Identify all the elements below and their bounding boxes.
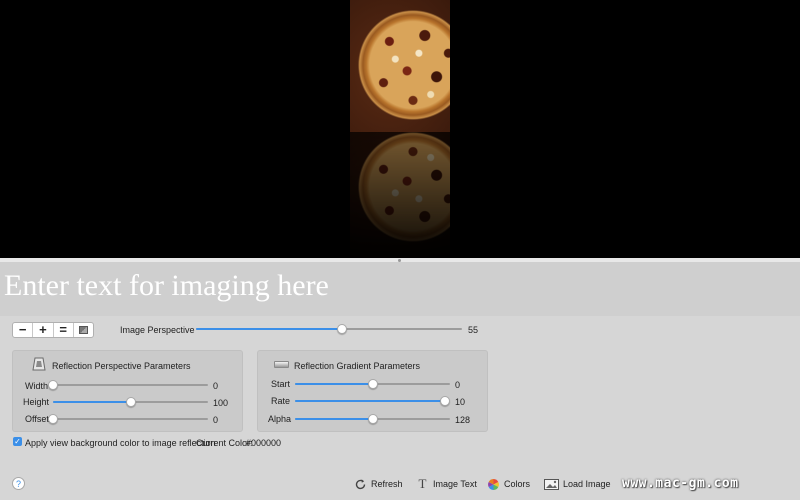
image-text-label: Image Text (433, 479, 477, 489)
slider-knob[interactable] (367, 379, 378, 389)
image-text-button[interactable]: T Image Text (416, 476, 477, 491)
slider-knob[interactable] (48, 380, 58, 390)
fit-to-window-icon (78, 326, 88, 334)
width-label: Width (25, 381, 49, 391)
start-value: 0 (455, 380, 461, 390)
image-preview (0, 0, 800, 258)
checkmark-icon: ✓ (14, 436, 21, 446)
picture-icon (544, 478, 559, 490)
rate-value: 10 (455, 397, 466, 407)
refresh-label: Refresh (371, 479, 403, 489)
slider-knob[interactable] (337, 324, 348, 334)
zoom-segmented-control: − + = (12, 322, 94, 338)
gradient-icon (274, 361, 289, 368)
slider-knob[interactable] (440, 396, 450, 406)
help-button[interactable]: ? (12, 477, 25, 490)
alpha-slider[interactable] (295, 414, 450, 424)
actual-size-button[interactable]: = (54, 323, 74, 337)
fit-to-window-button[interactable] (74, 323, 93, 337)
rate-label: Rate (271, 396, 291, 406)
watermark-text: www.mac-gm.com (622, 476, 739, 491)
current-color-label: Current Color: (196, 438, 253, 448)
refresh-button[interactable]: Refresh (354, 477, 403, 491)
image-perspective-value: 55 (468, 325, 479, 335)
width-value: 0 (213, 381, 219, 391)
slider-knob[interactable] (367, 414, 378, 424)
image-text-input[interactable] (4, 266, 784, 306)
apply-background-checkbox[interactable]: ✓ (13, 437, 22, 446)
text-icon: T (418, 476, 427, 491)
load-image-label: Load Image (563, 479, 611, 489)
offset-label: Offset (25, 414, 49, 424)
apply-background-label: Apply view background color to image ref… (25, 438, 216, 448)
slider-knob[interactable] (125, 397, 136, 407)
colors-button[interactable]: Colors (487, 477, 530, 491)
height-slider[interactable] (53, 397, 208, 407)
slider-knob[interactable] (48, 414, 58, 424)
start-label: Start (271, 379, 291, 389)
offset-value: 0 (213, 415, 219, 425)
reflection-gradient-title: Reflection Gradient Parameters (294, 361, 421, 371)
rate-slider[interactable] (295, 396, 450, 406)
alpha-label: Alpha (268, 414, 292, 424)
pizza-reflection (350, 132, 450, 258)
alpha-value: 128 (455, 415, 471, 425)
offset-slider[interactable] (48, 414, 208, 424)
height-value: 100 (213, 398, 229, 408)
image-perspective-label: Image Perspective (120, 325, 195, 335)
reflection-perspective-title: Reflection Perspective Parameters (52, 361, 191, 371)
width-slider[interactable] (48, 380, 208, 390)
height-label: Height (23, 397, 50, 407)
zoom-in-button[interactable]: + (33, 323, 54, 337)
colors-label: Colors (504, 479, 531, 489)
refresh-icon (355, 478, 366, 489)
color-wheel-icon (488, 478, 499, 490)
load-image-button[interactable]: Load Image (544, 477, 611, 491)
perspective-icon (32, 357, 46, 371)
image-perspective-slider[interactable] (196, 324, 462, 334)
pizza-photo (350, 0, 450, 132)
zoom-out-button[interactable]: − (13, 323, 34, 337)
pizza-image (350, 0, 450, 258)
current-color-value: #000000 (246, 438, 282, 448)
start-slider[interactable] (295, 379, 450, 389)
